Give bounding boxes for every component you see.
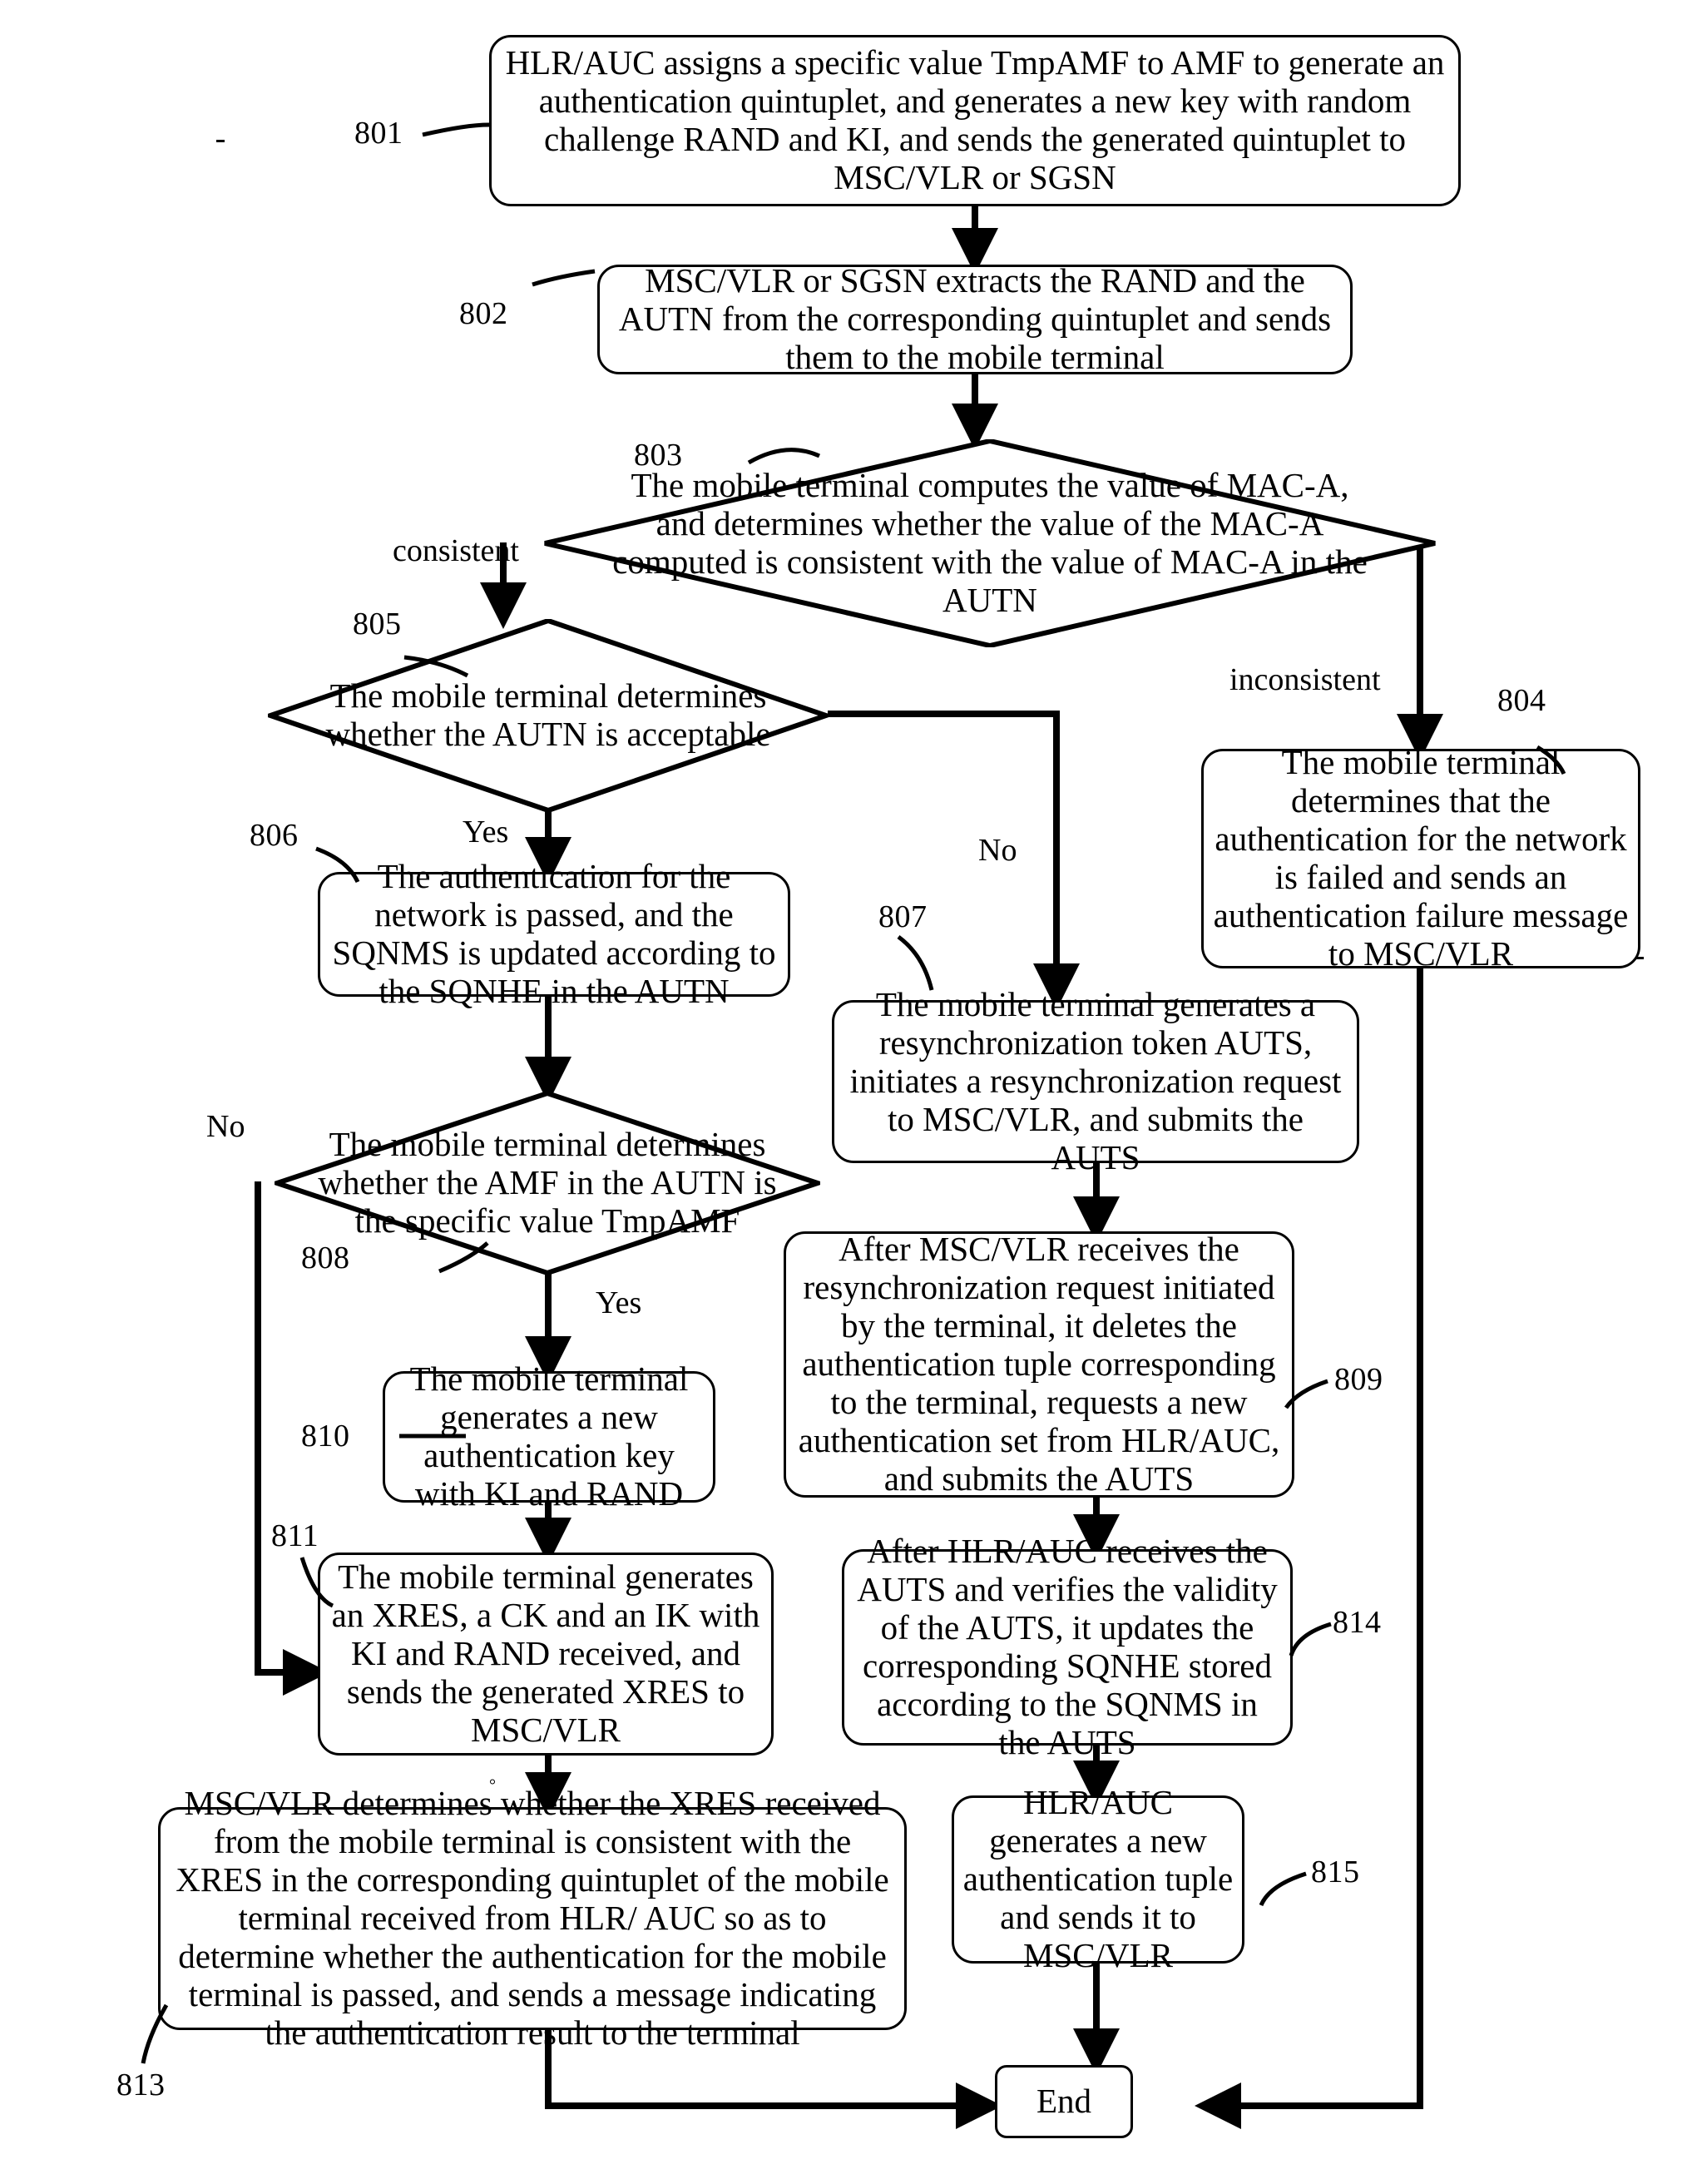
node-814-text: After HLR/AUC receives the AUTS and veri… — [857, 1532, 1278, 1761]
ref-label-809: 809 — [1334, 1362, 1383, 1397]
node-803[interactable]: The mobile terminal computes the value o… — [542, 439, 1437, 647]
ref-label-802: 802 — [459, 296, 508, 331]
node-801[interactable]: HLR/AUC assigns a specific value TmpAMF … — [489, 35, 1461, 206]
edge-label-consistent: consistent — [393, 533, 519, 568]
node-813[interactable]: MSC/VLR determines whether the XRES rece… — [158, 1784, 907, 2052]
scan-artifact-right — [1635, 957, 1644, 959]
node-803-text: The mobile terminal computes the value o… — [612, 466, 1368, 619]
node-811-text: The mobile terminal generates an XRES, a… — [331, 1558, 760, 1749]
node-806-text: The authentication for the network is pa… — [332, 857, 776, 1010]
ref-label-804: 804 — [1497, 683, 1546, 718]
ref-label-813: 813 — [116, 2068, 166, 2102]
stray-degree-mark: ° — [489, 1776, 496, 1795]
scan-artifact-left — [216, 140, 225, 142]
ref-label-806: 806 — [250, 818, 299, 853]
node-804[interactable]: The mobile terminal determines that the … — [1201, 743, 1640, 973]
edge-label-inconsistent: inconsistent — [1229, 662, 1381, 697]
node-813-text: MSC/VLR determines whether the XRES rece… — [176, 1784, 889, 2052]
node-802[interactable]: MSC/VLR or SGSN extracts the RAND and th… — [597, 261, 1353, 376]
node-808[interactable]: The mobile terminal determines whether t… — [275, 1092, 820, 1275]
edge-label-no-805: No — [978, 833, 1017, 868]
node-807-text: The mobile terminal generates a resynchr… — [849, 985, 1342, 1176]
node-815[interactable]: HLR/AUC generates a new authentication t… — [952, 1783, 1244, 1974]
ref-label-811: 811 — [271, 1518, 319, 1553]
node-811[interactable]: The mobile terminal generates an XRES, a… — [318, 1553, 774, 1756]
edge-label-yes-808: Yes — [596, 1285, 642, 1320]
ref-label-810: 810 — [301, 1419, 350, 1454]
ref-label-801: 801 — [354, 116, 403, 151]
node-805[interactable]: The mobile terminal determines whether t… — [268, 619, 829, 812]
node-806[interactable]: The authentication for the network is pa… — [318, 857, 790, 1010]
ref-label-807: 807 — [878, 899, 928, 934]
node-801-text: HLR/AUC assigns a specific value TmpAMF … — [505, 43, 1445, 196]
node-810[interactable]: The mobile terminal generates a new auth… — [383, 1359, 715, 1513]
ref-label-814: 814 — [1333, 1605, 1382, 1640]
node-end[interactable]: End — [995, 2065, 1133, 2138]
node-809[interactable]: After MSC/VLR receives the resynchroniza… — [784, 1230, 1294, 1498]
node-805-text: The mobile terminal determines whether t… — [325, 676, 771, 753]
node-end-text: End — [1036, 2082, 1092, 2121]
edge-label-no-808: No — [206, 1109, 245, 1144]
node-808-text: The mobile terminal determines whether t… — [318, 1125, 777, 1240]
node-810-text: The mobile terminal generates a new auth… — [409, 1359, 689, 1513]
node-804-text: The mobile terminal determines that the … — [1213, 743, 1629, 973]
edge-label-yes-805: Yes — [463, 815, 509, 849]
node-802-text: MSC/VLR or SGSN extracts the RAND and th… — [618, 261, 1332, 376]
node-814[interactable]: After HLR/AUC receives the AUTS and veri… — [842, 1532, 1293, 1761]
node-815-text: HLR/AUC generates a new authentication t… — [962, 1783, 1234, 1974]
flowchart-canvas: HLR/AUC assigns a specific value TmpAMF … — [0, 0, 1692, 2184]
node-809-text: After MSC/VLR receives the resynchroniza… — [798, 1230, 1280, 1498]
ref-label-815: 815 — [1311, 1855, 1360, 1889]
node-807[interactable]: The mobile terminal generates a resynchr… — [832, 985, 1359, 1176]
